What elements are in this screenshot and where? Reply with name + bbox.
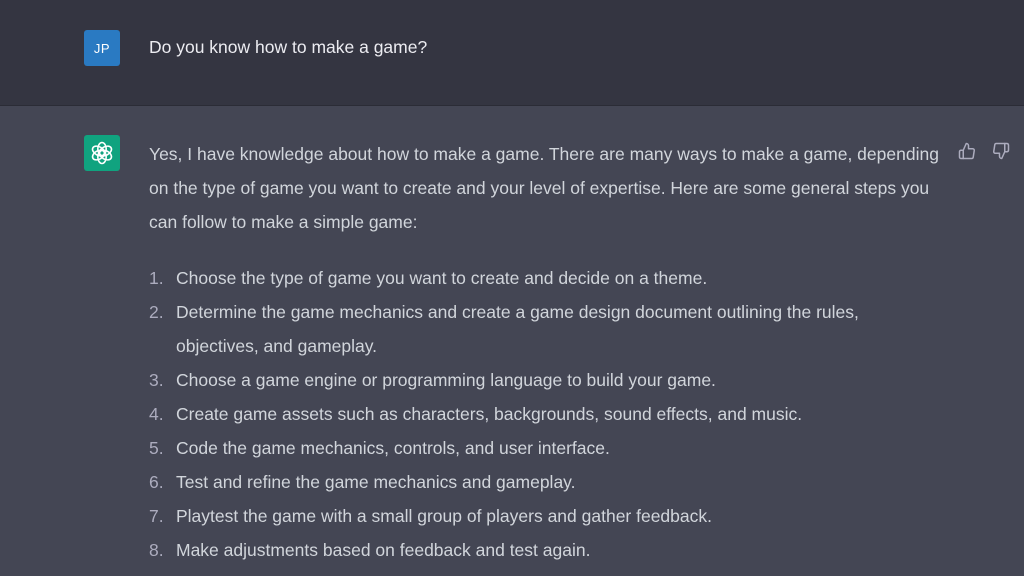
list-item-text: Choose a game engine or programming lang… bbox=[176, 370, 716, 390]
list-item: 1. Choose the type of game you want to c… bbox=[149, 261, 929, 295]
user-avatar-initials: JP bbox=[93, 40, 111, 56]
list-item-number: 4. bbox=[149, 404, 164, 424]
assistant-intro: Yes, I have knowledge about how to make … bbox=[149, 137, 939, 239]
openai-logo-icon bbox=[91, 141, 113, 165]
list-item: 5. Code the game mechanics, controls, an… bbox=[149, 431, 929, 465]
list-item-text: Test and refine the game mechanics and g… bbox=[176, 472, 576, 492]
list-item-text: Create game assets such as characters, b… bbox=[176, 404, 803, 424]
user-avatar: JP bbox=[84, 30, 120, 66]
thumbs-down-icon bbox=[993, 142, 1010, 160]
list-item-text: Make adjustments based on feedback and t… bbox=[176, 540, 591, 560]
list-item-number: 8. bbox=[149, 540, 164, 560]
list-item-number: 3. bbox=[149, 370, 164, 390]
list-item: 8. Make adjustments based on feedback an… bbox=[149, 533, 929, 567]
list-item-text: Playtest the game with a small group of … bbox=[176, 506, 712, 526]
assistant-avatar bbox=[84, 135, 120, 171]
user-message-row: JP Do you know how to make a game? bbox=[0, 0, 1024, 106]
list-item: 7. Playtest the game with a small group … bbox=[149, 499, 929, 533]
list-item-number: 7. bbox=[149, 506, 164, 526]
list-item-number: 5. bbox=[149, 438, 164, 458]
list-item: 3. Choose a game engine or programming l… bbox=[149, 363, 929, 397]
list-item-text: Choose the type of game you want to crea… bbox=[176, 268, 708, 288]
list-item-number: 2. bbox=[149, 302, 164, 322]
list-item-number: 6. bbox=[149, 472, 164, 492]
steps-list: 1. Choose the type of game you want to c… bbox=[149, 261, 929, 567]
assistant-intro-text: Yes, I have knowledge about how to make … bbox=[149, 144, 939, 232]
list-item: 2. Determine the game mechanics and crea… bbox=[149, 295, 929, 363]
list-item-number: 1. bbox=[149, 268, 164, 288]
user-message-text: Do you know how to make a game? bbox=[149, 37, 428, 57]
list-item: 4. Create game assets such as characters… bbox=[149, 397, 929, 431]
list-item: 6. Test and refine the game mechanics an… bbox=[149, 465, 929, 499]
thumbs-up-icon bbox=[958, 142, 975, 160]
list-item-text: Code the game mechanics, controls, and u… bbox=[176, 438, 610, 458]
assistant-message-row: Yes, I have knowledge about how to make … bbox=[0, 106, 1024, 576]
thumbs-up-button[interactable] bbox=[956, 140, 978, 162]
thumbs-down-button[interactable] bbox=[990, 140, 1012, 162]
list-item-text: Determine the game mechanics and create … bbox=[176, 302, 859, 356]
